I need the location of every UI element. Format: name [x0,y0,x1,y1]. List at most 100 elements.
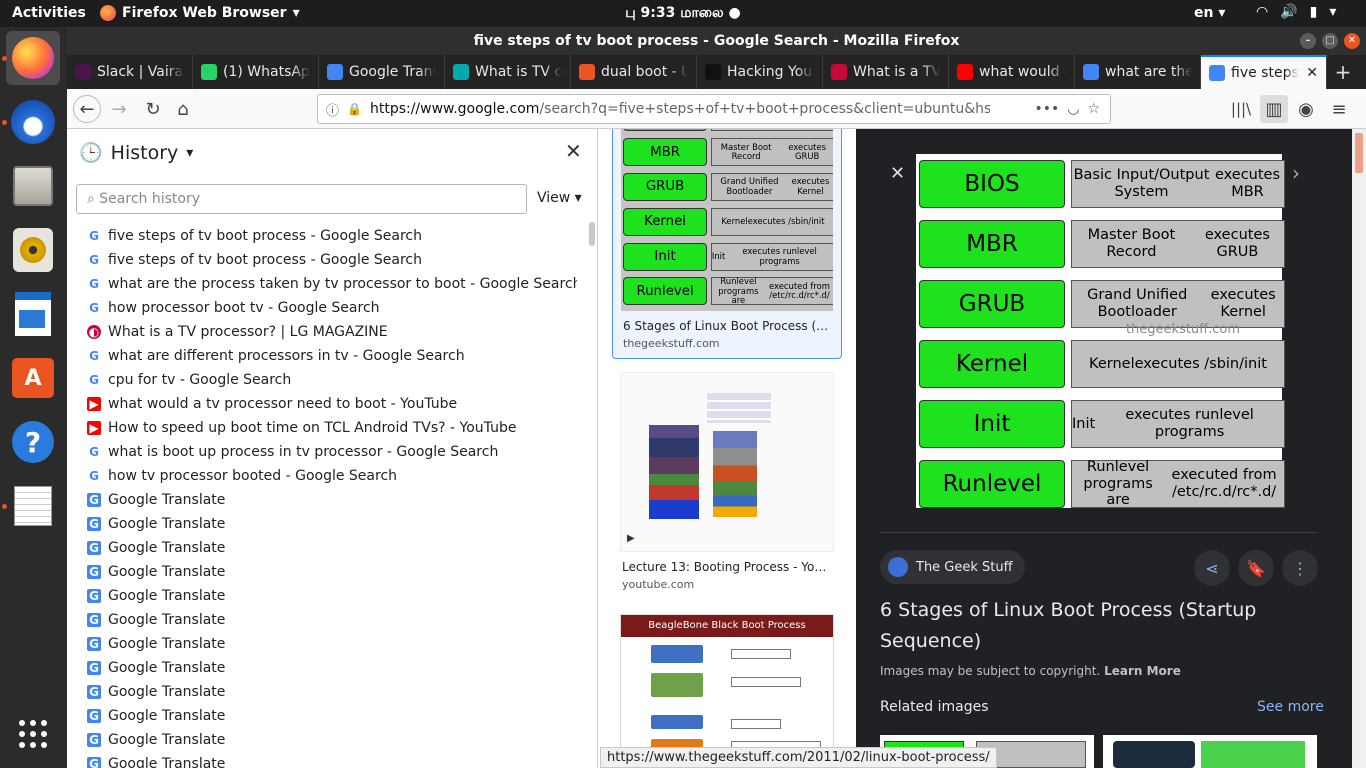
history-item[interactable]: G Google Translate [87,512,577,536]
next-image-button[interactable]: › [1292,161,1300,185]
tab[interactable]: What is TV operating [445,55,571,89]
dock-writer[interactable] [6,287,60,341]
maximize-button[interactable]: □ [1322,33,1338,49]
reload-button[interactable]: ↻ [139,95,167,123]
tab[interactable]: what are the [1075,55,1201,89]
clock[interactable]: பு 9:33 மாலை ● [0,5,1366,23]
history-item[interactable]: G Google Translate [87,704,577,728]
tab[interactable]: what would a tv [949,55,1075,89]
sidebar-toggle-button[interactable]: ▥ [1260,95,1288,123]
description-line-2: executes runlevel programs [742,245,817,266]
library-button[interactable]: |||\ [1227,95,1255,123]
close-preview-button[interactable]: ✕ [890,163,905,184]
share-button[interactable]: ⋖ [1194,550,1230,586]
see-more-link[interactable]: See more [1257,699,1324,715]
rhythmbox-icon [13,228,53,272]
history-item[interactable]: Gwhat is boot up process in tv processor… [87,440,577,464]
more-vert-icon: ⋮ [1292,558,1308,578]
bookmark-star-icon[interactable]: ☆ [1087,101,1110,117]
tab[interactable]: Hacking Your [697,55,823,89]
youtube-icon: ▶ [87,397,101,411]
home-button[interactable]: ⌂ [169,95,197,123]
tab-label: What is a TV [853,64,940,80]
tab[interactable]: Slack | Vairak [67,55,193,89]
history-item[interactable]: G Google Translate [87,728,577,752]
dock-firefox[interactable] [6,31,60,85]
history-item[interactable]: G Google Translate [87,488,577,512]
history-item[interactable]: G Google Translate [87,536,577,560]
result-card[interactable]: ▶ Lecture 13: Booting Process - YouT… yo… [612,372,842,602]
history-item[interactable]: Gfive steps of tv boot process - Google … [87,224,577,248]
dock-thunderbird[interactable] [6,95,60,149]
system-tray[interactable]: ◠ 🔊 ▮ ▾ [1256,4,1336,20]
dock-help[interactable]: ? [6,415,60,469]
history-item[interactable]: Gfive steps of tv boot process - Google … [87,248,577,272]
dock-rhythmbox[interactable] [6,223,60,277]
translate-icon: G [87,493,101,507]
history-item[interactable]: Gcpu for tv - Google Search [87,368,577,392]
history-item[interactable]: ◐ What is a TV processor? | LG MAGAZINE [87,320,577,344]
history-item[interactable]: Gwhat are different processors in tv - G… [87,344,577,368]
history-item[interactable]: Ghow processor boot tv - Google Search [87,296,577,320]
dock-text-editor[interactable] [6,479,60,533]
minimize-button[interactable]: – [1300,33,1316,49]
firefox-icon [12,37,54,79]
history-item-label: what are different processors in tv - Go… [108,348,465,364]
boot-stage-description: Grand Unified Bootloader executes Kernel [710,173,833,201]
history-item[interactable]: Ghow tv processor booted - Google Search [87,464,577,488]
history-item-label: Google Translate [108,684,226,700]
history-item[interactable]: ▶ How to speed up boot time on TCL Androi… [87,416,577,440]
history-item[interactable]: G Google Translate [87,656,577,680]
more-options-button[interactable]: ⋮ [1282,550,1318,586]
learn-more-link[interactable]: Learn More [1104,664,1181,678]
lg-icon [831,64,847,80]
source-site-chip[interactable]: The Geek Stuff [880,550,1025,584]
preview-title[interactable]: 6 Stages of Linux Boot Process (Startup … [880,595,1300,657]
close-tab-icon[interactable]: ✕ [1306,65,1318,81]
history-item[interactable]: G Google Translate [87,584,577,608]
history-item[interactable]: G Google Translate [87,632,577,656]
result-card[interactable]: BeagleBone Black Boot Process [612,614,842,768]
pocket-icon[interactable]: ◡ [1067,101,1079,117]
tab[interactable]: Google Translate [319,55,445,89]
google-icon: G [89,301,99,315]
close-window-button[interactable]: ✕ [1344,33,1360,49]
arrow-left-icon: ← [79,98,95,120]
tab[interactable]: five steps ✕ [1201,55,1327,89]
page-actions-icon[interactable]: ••• [1034,101,1059,117]
back-button[interactable]: ← [73,95,101,123]
tab-label: dual boot - Ubuntu [601,64,688,80]
history-item[interactable]: ▶ what would a tv processor need to boot … [87,392,577,416]
close-sidebar-button[interactable]: ✕ [565,139,582,163]
history-item[interactable]: G Google Translate [87,680,577,704]
menu-button[interactable]: ≡ [1325,95,1353,123]
url-bar[interactable]: ⓘ 🔒 https://www.google.com/search?q=five… [317,94,1111,124]
history-item[interactable]: G Google Translate [87,560,577,584]
history-item[interactable]: G Google Translate [87,608,577,632]
view-dropdown[interactable]: View ▾ [537,190,582,206]
boot-stage-row: MBR Master Boot Record executes GRUB [919,220,1285,268]
preview-image[interactable]: BIOS Basic Input/Output System executes MB… [916,154,1285,508]
forward-button[interactable]: → [105,95,133,123]
history-item[interactable]: Gwhat are the process taken by tv proces… [87,272,577,296]
boot-stage-row: BIOSBasic Input/Output Systemexecutes MB… [919,160,1285,208]
dock-files[interactable] [6,159,60,213]
new-tab-button[interactable]: + [1327,55,1359,89]
page-scrollbar[interactable] [1352,129,1366,768]
tab[interactable]: What is a TV [823,55,949,89]
tab-label: What is TV operating [475,64,562,80]
history-item[interactable]: G Google Translate [87,752,577,768]
sidebar-switcher[interactable]: 🕒 History ▾ [79,141,193,165]
tab[interactable]: (1) WhatsApp [193,55,319,89]
show-applications-button[interactable] [6,707,60,761]
history-search-input[interactable]: ⌕ Search history [76,184,527,214]
window-title-bar[interactable]: five steps of tv boot process - Google S… [67,27,1366,55]
language-indicator[interactable]: en ▾ [1194,5,1225,21]
tab[interactable]: dual boot - Ubuntu [571,55,697,89]
dock-software[interactable]: A [6,351,60,405]
related-image-thumbnail[interactable] [1103,735,1317,768]
account-button[interactable]: ◉ [1292,95,1320,123]
save-button[interactable]: 🔖 [1238,550,1274,586]
result-card[interactable]: BIOSBasic Input/Output Systemexecutes MB… [612,129,842,359]
sidebar-scrollbar[interactable] [589,222,595,246]
